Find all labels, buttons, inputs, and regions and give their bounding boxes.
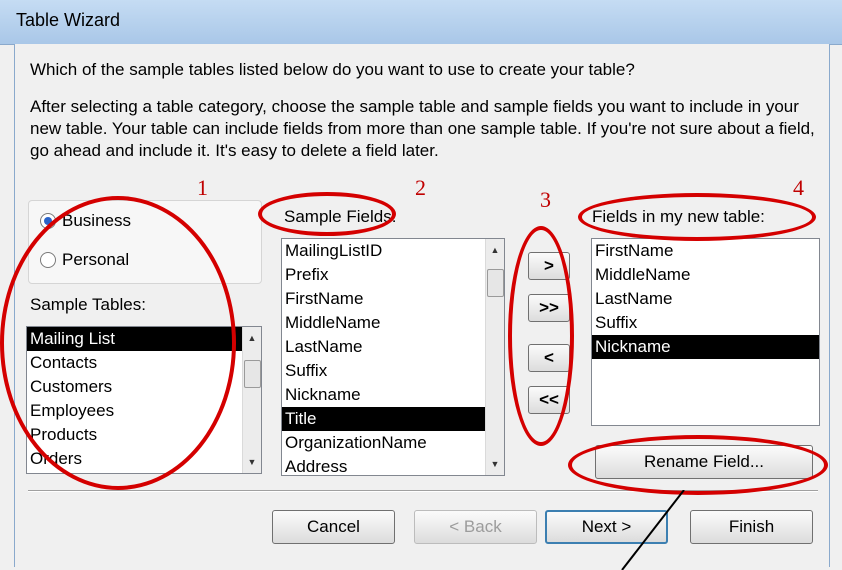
rename-field-button[interactable]: Rename Field... xyxy=(595,445,813,479)
intro-description: After selecting a table category, choose… xyxy=(30,97,815,160)
footer-separator xyxy=(28,490,818,492)
sample-field-item[interactable]: Address xyxy=(282,455,504,475)
remove-all-fields-button[interactable]: << xyxy=(528,386,570,414)
sample-field-item[interactable]: OrganizationName xyxy=(282,431,504,455)
intro-question: Which of the sample tables listed below … xyxy=(30,60,635,79)
sample-tables-scrollbar[interactable]: ▲ ▼ xyxy=(242,327,261,473)
sample-field-item[interactable]: FirstName xyxy=(282,287,504,311)
sample-table-item[interactable]: Contacts xyxy=(27,351,261,375)
sample-tables-label: Sample Tables: xyxy=(30,295,146,314)
sample-field-item[interactable]: Prefix xyxy=(282,263,504,287)
cancel-button[interactable]: Cancel xyxy=(272,510,395,544)
sample-field-item[interactable]: MiddleName xyxy=(282,311,504,335)
remove-field-button[interactable]: < xyxy=(528,344,570,372)
annotation-number-3: 3 xyxy=(540,187,551,212)
sample-table-item[interactable]: Products xyxy=(27,423,261,447)
sample-fields-label: Sample Fields: xyxy=(284,207,397,226)
sample-field-item[interactable]: Title xyxy=(282,407,504,431)
title-bar: Table Wizard xyxy=(0,0,842,45)
new-table-fields-label: Fields in my new table: xyxy=(592,207,765,226)
sample-field-item[interactable]: Nickname xyxy=(282,383,504,407)
annotation-number-4: 4 xyxy=(793,175,804,200)
annotation-pointer-line xyxy=(621,490,685,570)
scroll-down-icon[interactable]: ▼ xyxy=(486,455,504,473)
sample-fields-list[interactable]: MailingListID Prefix FirstName MiddleName La… xyxy=(281,238,505,476)
radio-business-label: Business xyxy=(62,211,131,230)
radio-business-indicator[interactable] xyxy=(40,213,56,229)
new-table-field-item[interactable]: LastName xyxy=(592,287,819,311)
scroll-thumb[interactable] xyxy=(244,360,261,388)
window-title: Table Wizard xyxy=(16,10,121,30)
scroll-thumb[interactable] xyxy=(487,269,504,297)
scroll-down-icon[interactable]: ▼ xyxy=(243,453,261,471)
new-table-field-item[interactable]: Suffix xyxy=(592,311,819,335)
new-table-field-item[interactable]: Nickname xyxy=(592,335,819,359)
back-button[interactable]: < Back xyxy=(414,510,537,544)
new-table-fields-list[interactable]: FirstName MiddleName LastName Suffix Nicknam… xyxy=(591,238,820,426)
radio-personal-indicator[interactable] xyxy=(40,252,56,268)
sample-table-item[interactable]: Mailing List xyxy=(27,327,261,351)
sample-table-item[interactable]: Customers xyxy=(27,375,261,399)
finish-button[interactable]: Finish xyxy=(690,510,813,544)
annotation-number-1: 1 xyxy=(197,175,208,200)
radio-personal-label: Personal xyxy=(62,250,130,269)
sample-field-item[interactable]: MailingListID xyxy=(282,239,504,263)
radio-business[interactable]: Business xyxy=(40,211,131,231)
sample-fields-scrollbar[interactable]: ▲ ▼ xyxy=(485,239,504,475)
sample-field-item[interactable]: LastName xyxy=(282,335,504,359)
sample-tables-list[interactable]: Mailing List Contacts Customers Employees Pr… xyxy=(26,326,262,474)
annotation-number-2: 2 xyxy=(415,175,426,200)
add-field-button[interactable]: > xyxy=(528,252,570,280)
scroll-up-icon[interactable]: ▲ xyxy=(243,329,261,347)
new-table-field-item[interactable]: FirstName xyxy=(592,239,819,263)
radio-personal[interactable]: Personal xyxy=(40,250,129,270)
scroll-up-icon[interactable]: ▲ xyxy=(486,241,504,259)
sample-table-item[interactable]: Employees xyxy=(27,399,261,423)
new-table-field-item[interactable]: MiddleName xyxy=(592,263,819,287)
add-all-fields-button[interactable]: >> xyxy=(528,294,570,322)
sample-table-item[interactable]: Orders xyxy=(27,447,261,471)
sample-field-item[interactable]: Suffix xyxy=(282,359,504,383)
